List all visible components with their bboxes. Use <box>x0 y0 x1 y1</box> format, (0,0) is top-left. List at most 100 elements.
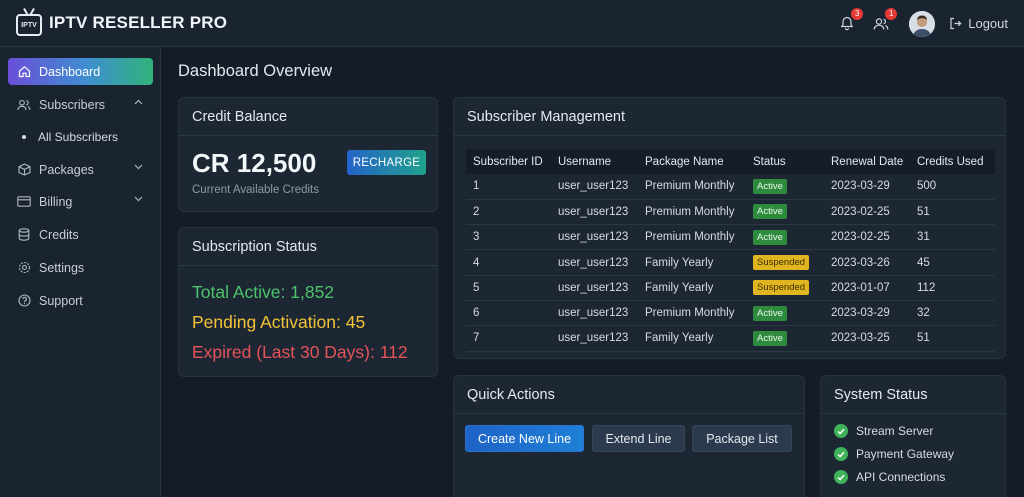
tv-icon: IPTV <box>16 14 42 36</box>
chevron-down-icon <box>134 164 143 170</box>
table-cell: user_user123 <box>551 275 638 301</box>
table-cell: 51 <box>910 325 995 352</box>
users-count-badge: 1 <box>885 7 898 20</box>
expired-stat: Expired (Last 30 Days): 112 <box>192 342 408 362</box>
table-cell: 2023-03-25 <box>824 325 910 352</box>
logout-button[interactable]: Logout <box>949 16 1008 31</box>
status-item-api-connections: API Connections <box>834 470 945 484</box>
table-row[interactable]: 7 user_user123 Family Yearly Active 2023-03-… <box>466 325 995 352</box>
column-header[interactable]: Renewal Date <box>824 149 910 174</box>
package-list-button[interactable]: Package List <box>692 425 792 452</box>
sidebar-item-label: Credits <box>39 227 79 242</box>
sidebar-item-dashboard[interactable]: Dashboard <box>8 58 153 85</box>
subscriber-management-card: Subscriber Management Subscriber ID User… <box>453 97 1006 359</box>
table-cell: user_user123 <box>551 325 638 352</box>
table-row[interactable]: 6 user_user123 Premium Monthly Active 2023-0… <box>466 300 995 327</box>
table-cell: 51 <box>910 199 995 226</box>
credit-amount: CR 12,500 <box>192 148 317 178</box>
sidebar-item-settings[interactable]: Settings <box>8 254 153 281</box>
box-icon <box>17 163 31 177</box>
table-cell: 500 <box>910 174 995 200</box>
check-circle-icon <box>834 470 848 484</box>
create-new-line-button[interactable]: Create New Line <box>465 425 584 452</box>
table-cell: Family Yearly <box>638 275 746 301</box>
table-row[interactable]: 1 user_user123 Premium Monthly Active 2023-0… <box>466 174 995 200</box>
table-cell: user_user123 <box>551 224 638 251</box>
subscription-status-card: Subscription Status Total Active: 1,852 … <box>178 227 438 377</box>
table-cell: user_user123 <box>551 174 638 200</box>
chevron-down-icon <box>134 196 143 202</box>
table-cell: 4 <box>466 249 551 276</box>
status-item-label: API Connections <box>856 470 946 484</box>
credit-balance-card: Credit Balance CR 12,500 Current Availab… <box>178 97 438 212</box>
sidebar-item-credits[interactable]: Credits <box>8 221 153 248</box>
sidebar-item-label: Subscribers <box>39 97 105 112</box>
column-header[interactable]: Subscriber ID <box>466 149 551 174</box>
table-cell: 2023-03-26 <box>824 249 910 276</box>
sidebar-item-label: Dashboard <box>39 64 101 79</box>
notifications-button[interactable]: 3 <box>837 7 864 34</box>
table-cell: 45 <box>910 249 995 276</box>
total-active-stat: Total Active: 1,852 <box>192 282 335 302</box>
table-cell: Premium Monthly <box>638 300 746 327</box>
table-cell: 5 <box>466 275 551 301</box>
sidebar: Dashboard Subscribers All Subscribers Pa… <box>0 47 161 497</box>
status-item-payment-gateway: Payment Gateway <box>834 447 954 461</box>
app-logo[interactable]: IPTV IPTV RESELLER PRO <box>16 10 227 36</box>
avatar[interactable] <box>909 10 936 37</box>
chevron-up-icon <box>134 99 143 105</box>
table-cell: Family Yearly <box>638 249 746 276</box>
status-badge: Active <box>753 229 787 245</box>
sidebar-item-packages[interactable]: Packages <box>8 156 153 183</box>
table-cell: 2 <box>466 199 551 226</box>
sidebar-item-billing[interactable]: Billing <box>8 188 153 215</box>
table-cell: Active <box>746 224 824 251</box>
table-cell: 31 <box>910 224 995 251</box>
table-cell: 2023-01-07 <box>824 275 910 301</box>
logout-label: Logout <box>968 16 1008 31</box>
check-circle-icon <box>834 447 848 461</box>
sidebar-item-support[interactable]: Support <box>8 287 153 314</box>
sidebar-item-label: Support <box>39 293 83 308</box>
status-item-label: Payment Gateway <box>856 447 955 461</box>
table-row[interactable]: 5 user_user123 Family Yearly Suspended 2023-… <box>466 275 995 301</box>
table-row[interactable]: 3 user_user123 Premium Monthly Active 2023-0… <box>466 224 995 251</box>
user-requests-button[interactable]: 1 <box>871 7 898 34</box>
table-cell: user_user123 <box>551 199 638 226</box>
subscribers-table: Subscriber ID Username Package Name Stat… <box>466 149 995 352</box>
card-title: Subscriber Management <box>454 98 1005 136</box>
sidebar-subitem-label: All Subscribers <box>38 130 119 144</box>
column-header[interactable]: Username <box>551 149 638 174</box>
status-badge: Active <box>753 178 787 194</box>
status-badge: Active <box>753 204 787 220</box>
extend-line-button[interactable]: Extend Line <box>592 425 685 452</box>
table-cell: 32 <box>910 300 995 327</box>
table-cell: Family Yearly <box>638 325 746 352</box>
logout-icon <box>950 17 962 30</box>
users-icon <box>17 98 31 112</box>
status-badge: Suspended <box>753 255 810 271</box>
table-cell: 2023-02-25 <box>824 224 910 251</box>
table-cell: Premium Monthly <box>638 174 746 200</box>
check-circle-icon <box>834 424 848 438</box>
status-badge: Active <box>753 330 787 346</box>
sidebar-item-label: Packages <box>39 162 94 177</box>
table-row[interactable]: 2 user_user123 Premium Monthly Active 2023-0… <box>466 199 995 226</box>
table-row[interactable]: 4 user_user123 Family Yearly Suspended 2023-… <box>466 249 995 276</box>
recharge-button[interactable]: RECHARGE <box>347 150 426 175</box>
table-cell: Active <box>746 300 824 327</box>
status-badge: Suspended <box>753 280 810 296</box>
help-icon <box>17 294 31 308</box>
sidebar-item-subscribers[interactable]: Subscribers <box>8 91 153 118</box>
status-badge: Active <box>753 305 787 321</box>
column-header[interactable]: Status <box>746 149 824 174</box>
table-cell: 3 <box>466 224 551 251</box>
page-title: Dashboard Overview <box>178 62 333 80</box>
sidebar-subitem-all-subscribers[interactable]: All Subscribers <box>22 130 118 144</box>
column-header[interactable]: Package Name <box>638 149 746 174</box>
quick-actions-card: Quick Actions Create New Line Extend Lin… <box>453 375 805 497</box>
column-header[interactable]: Credits Used <box>910 149 995 174</box>
status-item-label: Stream Server <box>856 424 934 438</box>
table-cell: 1 <box>466 174 551 200</box>
app-title: IPTV RESELLER PRO <box>49 13 228 32</box>
